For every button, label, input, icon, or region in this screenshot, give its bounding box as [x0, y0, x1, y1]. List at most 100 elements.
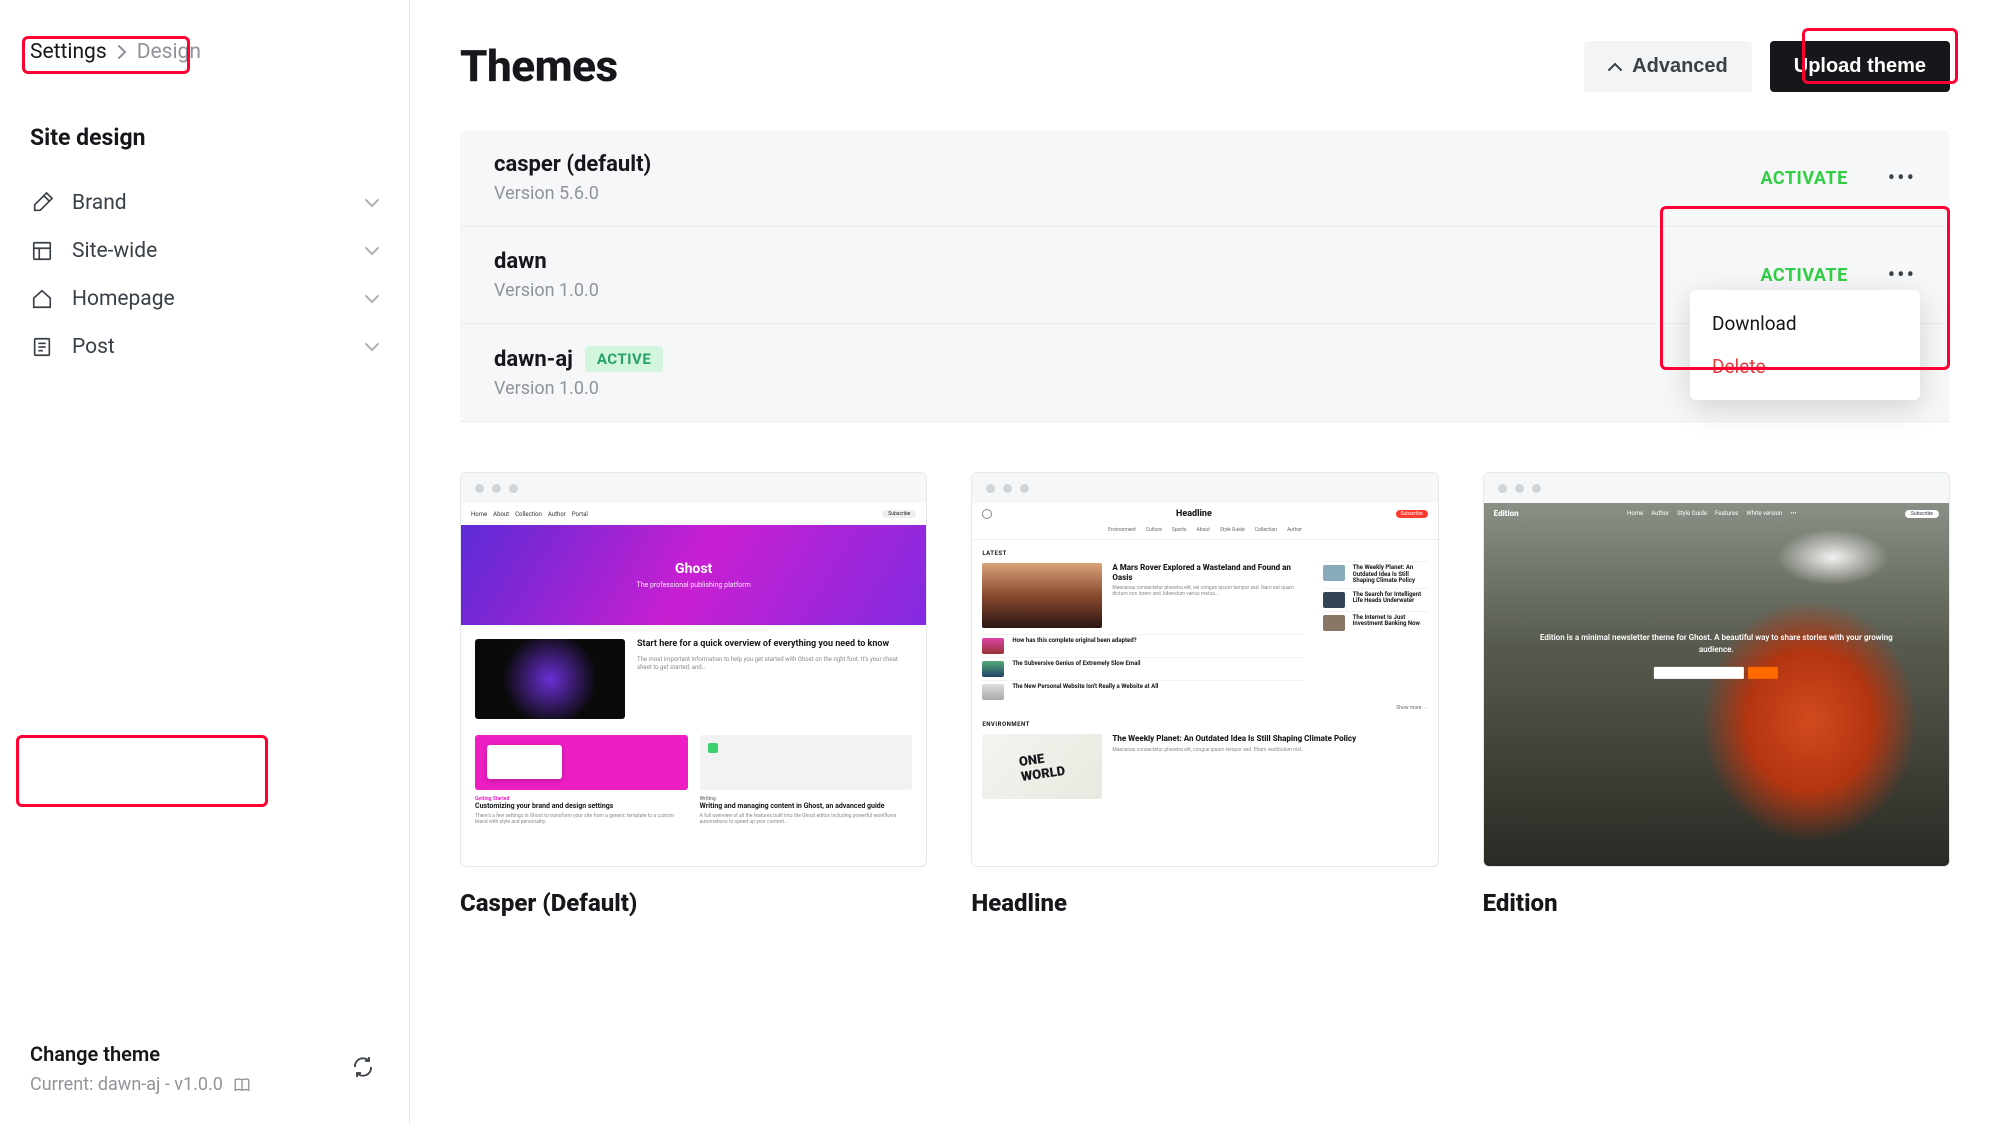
breadcrumb-current: Design — [137, 40, 201, 64]
dropdown-delete[interactable]: Delete — [1690, 345, 1920, 388]
preview-nav-link: Author — [1651, 510, 1669, 517]
preview-feat-sub: The most important information to help y… — [637, 656, 912, 672]
preview-lorem: Maecenas consectetur pharetra elit, vel … — [1112, 585, 1302, 598]
preview-col-title: Writing and managing content in Ghost, a… — [700, 802, 913, 810]
sidebar-item-label: Site-wide — [72, 239, 347, 263]
preview-logo: Edition — [1494, 509, 1519, 518]
theme-row-dawn: dawn Version 1.0.0 ACTIVATE ••• Download… — [460, 227, 1950, 324]
more-icon[interactable]: ••• — [1888, 166, 1916, 191]
preview-nav-link: Features — [1715, 510, 1738, 517]
preview-side-item: The Internet Is Just Investment Banking … — [1353, 615, 1428, 631]
chevron-right-icon — [117, 45, 127, 59]
window-dot-icon — [1515, 484, 1524, 493]
preview-section-label: LATEST — [972, 540, 1437, 561]
preview-thumbnail — [475, 639, 625, 719]
preview-headline[interactable]: Headline Subscribe Environment Culture S… — [971, 472, 1438, 917]
page-title: Themes — [460, 40, 618, 92]
preview-thumb — [1323, 592, 1345, 608]
theme-version: Version 1.0.0 — [494, 378, 663, 399]
activate-button[interactable]: ACTIVATE — [1760, 168, 1847, 189]
breadcrumb-root[interactable]: Settings — [30, 40, 107, 64]
chevron-down-icon — [365, 199, 379, 208]
sidebar-item-post[interactable]: Post — [30, 323, 379, 371]
preview-tagline: Edition is a minimal newsletter theme fo… — [1530, 632, 1902, 654]
themes-list: casper (default) Version 5.6.0 ACTIVATE … — [460, 130, 1950, 422]
preview-col-sub: There's a few settings in Ghost to trans… — [475, 813, 688, 825]
layout-icon — [30, 239, 54, 263]
preview-edition[interactable]: Edition Home Author Style Guide Features… — [1483, 472, 1950, 917]
brush-icon — [30, 191, 54, 215]
theme-version: Version 5.6.0 — [494, 183, 651, 204]
window-dot-icon — [1003, 484, 1012, 493]
chevron-down-icon — [365, 343, 379, 352]
chevron-up-icon — [1608, 62, 1622, 71]
change-theme-block[interactable]: Change theme Current: dawn-aj - v1.0.0 — [30, 1042, 251, 1095]
activate-button[interactable]: ACTIVATE — [1760, 265, 1847, 286]
preview-nav-link: White version — [1746, 510, 1782, 517]
refresh-icon[interactable] — [351, 1055, 379, 1083]
preview-subscribe: Subscribe — [882, 510, 916, 518]
dropdown-download[interactable]: Download — [1690, 302, 1920, 345]
preview-col-sub: A full overview of all the features buil… — [700, 813, 913, 825]
preview-thumb — [982, 684, 1004, 700]
preview-nav-link: About — [493, 511, 509, 518]
preview-menu-item: About — [1197, 527, 1210, 533]
breadcrumb: Settings Design — [30, 40, 379, 64]
chevron-down-icon — [365, 295, 379, 304]
upload-theme-button[interactable]: Upload theme — [1770, 41, 1950, 92]
window-chrome — [461, 473, 926, 503]
preview-nav-link: Home — [471, 511, 487, 518]
preview-hero-image — [1484, 503, 1949, 866]
sidebar-item-brand[interactable]: Brand — [30, 179, 379, 227]
preview-menu-item: Culture — [1146, 527, 1162, 533]
preview-thumbnail — [700, 735, 913, 790]
preview-lorem: Maecenas consectetur pharetra elit, cong… — [1112, 747, 1427, 753]
theme-row-casper: casper (default) Version 5.6.0 ACTIVATE … — [460, 130, 1950, 227]
sidebar-item-sitewide[interactable]: Site-wide — [30, 227, 379, 275]
preview-title: Casper (Default) — [460, 889, 927, 917]
preview-hero-sub: The professional publishing platform — [637, 581, 751, 589]
preview-side-item: The Search for Intelligent Life Heads Un… — [1353, 592, 1428, 608]
sidebar-item-homepage[interactable]: Homepage — [30, 275, 379, 323]
sidebar-item-label: Post — [72, 335, 347, 359]
preview-casper[interactable]: Home About Collection Author Portal Subs… — [460, 472, 927, 917]
preview-headline-title: The Weekly Planet: An Outdated Idea Is S… — [1112, 734, 1427, 744]
preview-thumb — [982, 638, 1004, 654]
window-chrome — [972, 473, 1437, 503]
preview-input — [1654, 667, 1744, 679]
preview-thumbnail — [475, 735, 688, 790]
book-icon — [233, 1076, 251, 1094]
preview-subscribe: Subscribe — [1905, 510, 1939, 518]
preview-show-more: Show more → — [972, 703, 1437, 711]
preview-feat-title: Start here for a quick overview of every… — [637, 639, 912, 650]
theme-name: dawn-aj — [494, 347, 573, 372]
preview-title: Edition — [1483, 889, 1950, 917]
preview-subscribe: Subscribe — [1396, 510, 1428, 518]
preview-body: Edition Home Author Style Guide Features… — [1484, 503, 1949, 866]
change-theme-title: Change theme — [30, 1042, 251, 1066]
preview-thumbnail: ONEWORLD — [982, 734, 1102, 799]
preview-hero-title: Ghost — [675, 561, 712, 577]
window-dot-icon — [1532, 484, 1541, 493]
preview-body: Headline Subscribe Environment Culture S… — [972, 503, 1437, 866]
preview-col-title: Customizing your brand and design settin… — [475, 802, 688, 810]
more-icon[interactable]: ••• — [1888, 263, 1916, 288]
window-dot-icon — [509, 484, 518, 493]
preview-headline-title: A Mars Rover Explored a Wasteland and Fo… — [1112, 563, 1302, 582]
preview-title: Headline — [971, 889, 1438, 917]
preview-nav-link: Collection — [515, 511, 542, 518]
preview-menu-item: Environment — [1108, 527, 1136, 533]
preview-site-title: Headline — [992, 509, 1395, 519]
preview-list-item: How has this complete original been adap… — [1012, 638, 1302, 654]
theme-version: Version 1.0.0 — [494, 280, 599, 301]
preview-nav-link: Portal — [572, 511, 588, 518]
advanced-button[interactable]: Advanced — [1584, 41, 1752, 92]
preview-side-item: The Weekly Planet: An Outdated Idea Is S… — [1353, 565, 1428, 585]
home-icon — [30, 287, 54, 311]
document-icon — [30, 335, 54, 359]
highlight-change-theme — [16, 735, 268, 807]
preview-thumbnail — [982, 563, 1102, 628]
preview-list-item: The Subversive Genius of Extremely Slow … — [1012, 661, 1302, 677]
preview-menu-item: Sports — [1172, 527, 1187, 533]
preview-body: Home About Collection Author Portal Subs… — [461, 503, 926, 866]
